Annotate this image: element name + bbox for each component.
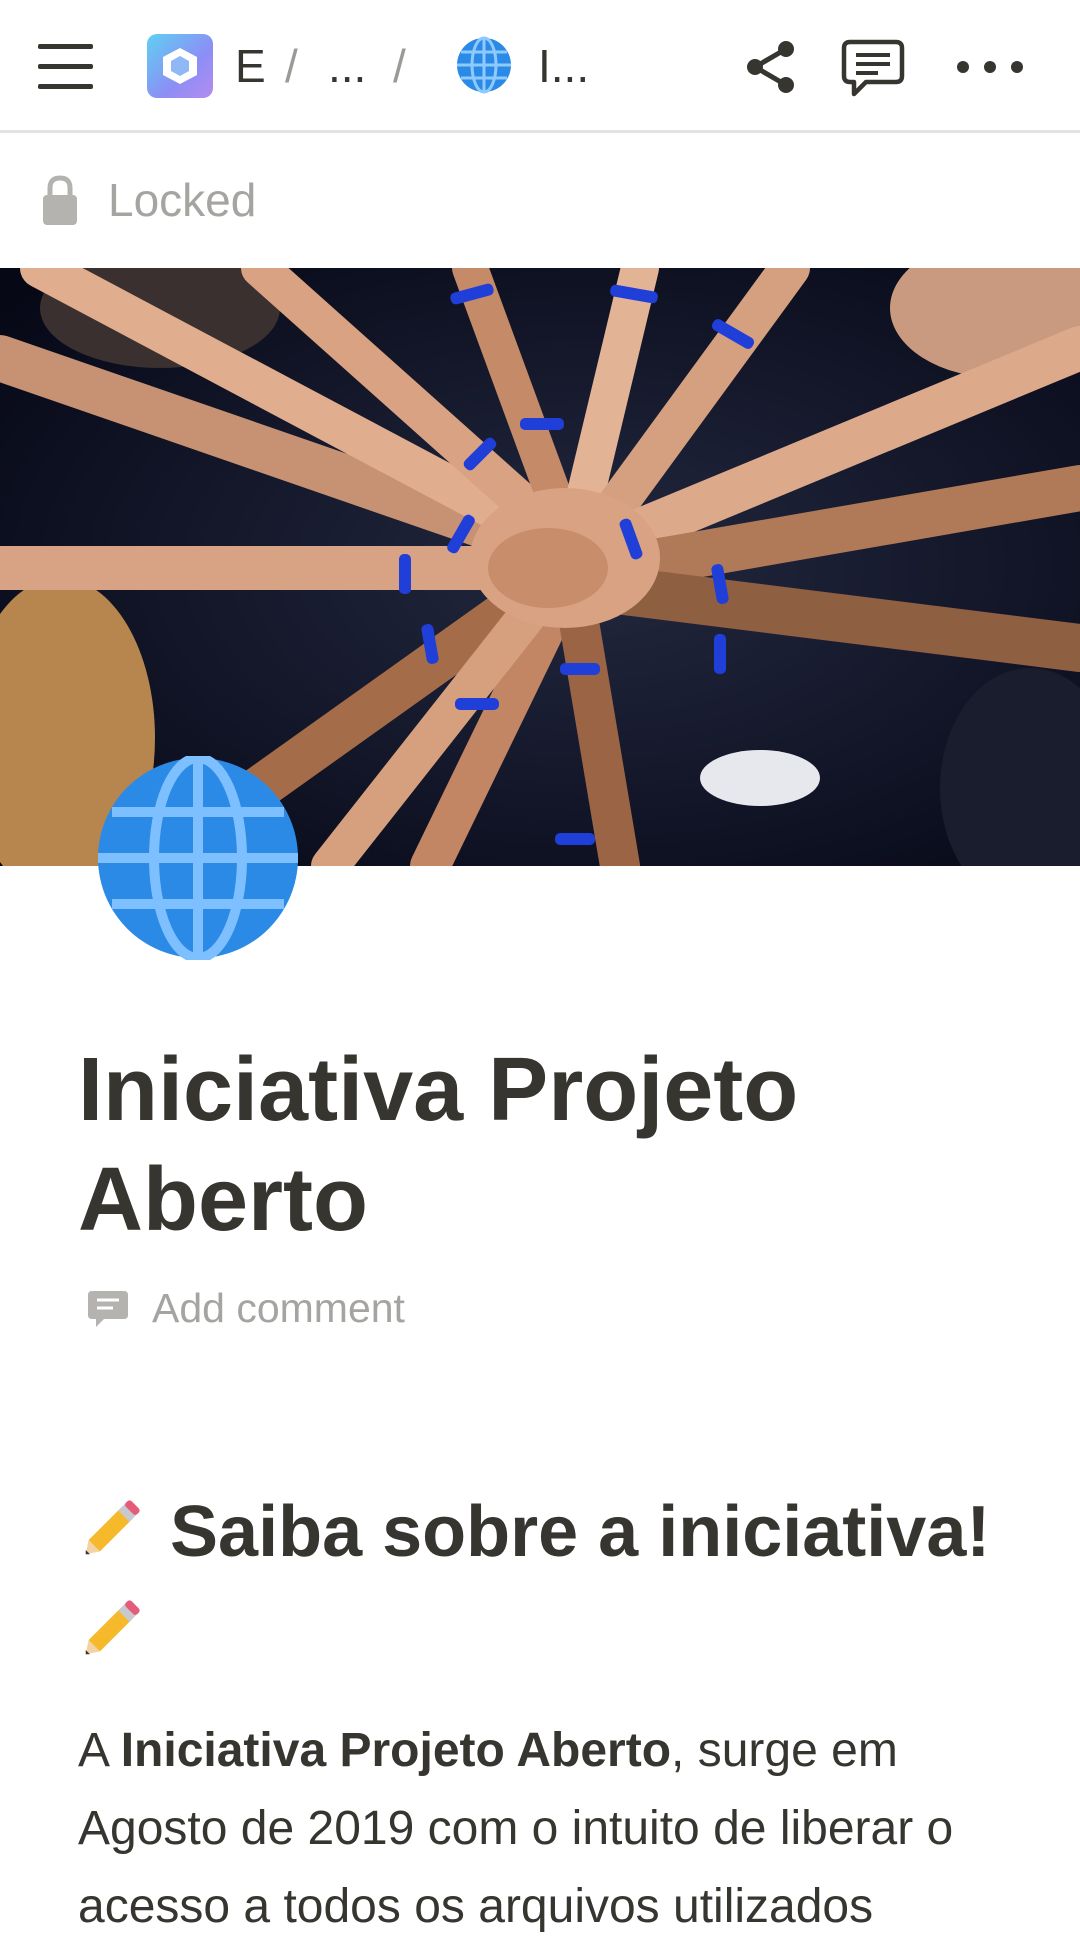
globe-icon[interactable] — [96, 756, 300, 960]
share-icon[interactable] — [745, 40, 797, 94]
breadcrumb-workspace[interactable]: E — [235, 38, 266, 94]
more-icon[interactable] — [957, 56, 1023, 78]
lock-icon — [43, 175, 77, 225]
breadcrumb-separator: / — [285, 40, 298, 92]
add-comment-label: Add comment — [152, 1285, 405, 1331]
pencil-icon — [85, 1500, 140, 1555]
globe-icon — [457, 36, 511, 94]
workspace-icon[interactable] — [147, 34, 213, 98]
comment-icon — [88, 1290, 128, 1327]
menu-icon[interactable] — [38, 44, 94, 90]
comments-icon[interactable] — [840, 38, 906, 100]
locked-label: Locked — [108, 174, 257, 226]
paragraph-prefix: A — [78, 1724, 121, 1777]
pencil-icon — [85, 1600, 140, 1655]
breadcrumb-ellipsis[interactable]: ... — [328, 38, 366, 94]
intro-paragraph: A Iniciativa Projeto Aberto, surge em Ag… — [78, 1712, 1028, 1946]
locked-indicator: Locked — [40, 170, 256, 230]
page-title: Iniciativa Projeto Aberto — [78, 1040, 799, 1250]
paragraph-bold: Iniciativa Projeto Aberto — [120, 1724, 672, 1777]
add-comment-button[interactable]: Add comment — [86, 1285, 405, 1332]
top-bar: E / ... / I... — [0, 0, 1080, 133]
section-heading: Saiba sobre a iniciativa! — [78, 1482, 1018, 1682]
breadcrumb-page[interactable]: I... — [538, 38, 589, 94]
breadcrumb-separator: / — [393, 40, 406, 92]
section-heading-text: Saiba sobre a iniciativa! — [170, 1492, 991, 1572]
